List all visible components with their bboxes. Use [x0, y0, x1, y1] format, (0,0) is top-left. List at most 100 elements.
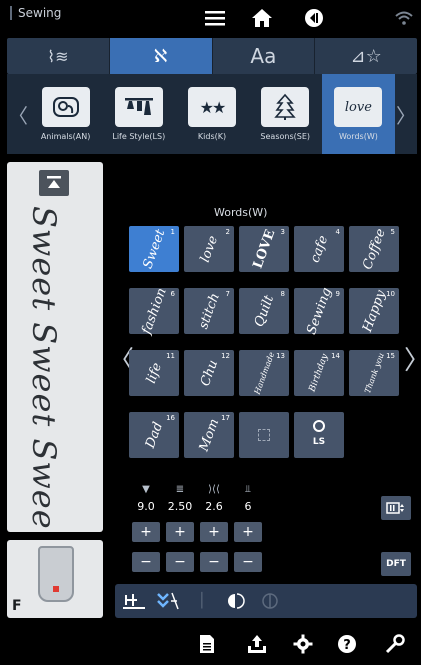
stitch-cell[interactable]: 12 Chu [184, 350, 234, 396]
density-icon: ⫫ [245, 484, 251, 495]
cell-word: Sweet [139, 227, 169, 271]
stitch-cell[interactable]: 1 Sweet [129, 226, 179, 272]
maintenance-button[interactable] [382, 632, 408, 656]
dft-button[interactable]: DFT [381, 552, 411, 576]
sub-category-label: Seasons(SE) [260, 132, 310, 141]
category-tabs: ⌇≋ ℵ Aa ⊿☆ [7, 38, 417, 74]
top-arrow-icon [47, 176, 61, 188]
cell-word: Handmade [252, 350, 276, 396]
cell-word: Quilt [251, 293, 277, 329]
presser-foot-indicator: F [7, 540, 103, 618]
needle-position-icon [123, 594, 145, 609]
tree-icon [261, 87, 310, 127]
stitch-cell[interactable]: 4 cafe [294, 226, 344, 272]
cell-word: stitch [195, 291, 223, 331]
stitch-cell[interactable]: 7 stitch [184, 288, 234, 334]
memory-icon [200, 635, 214, 653]
width-value: 9.0 [137, 500, 155, 513]
settings-icon [293, 634, 313, 654]
wrench-icon [385, 634, 405, 654]
cell-word: fashion [138, 285, 170, 337]
utility-stitch-tab[interactable]: ⌇≋ [7, 38, 110, 74]
color-icon [262, 593, 278, 609]
cell-word: Sewing [303, 285, 335, 337]
sub-category-animals[interactable]: Animals(AN) [29, 74, 102, 154]
stitch-cell[interactable]: 11 life [129, 350, 179, 396]
alphabet-tab[interactable]: Aa [213, 38, 316, 74]
reinforcement-button[interactable] [153, 587, 183, 615]
stitch-cell[interactable]: 10 Happy [349, 288, 399, 334]
help-icon: ? [338, 635, 356, 653]
sub-category-words[interactable]: love Words(W) [321, 74, 396, 154]
cell-word: Chu [197, 357, 221, 389]
decorative-stitch-tab[interactable]: ℵ [109, 38, 213, 74]
length-value: 2.50 [167, 500, 193, 513]
home-icon[interactable] [250, 7, 274, 29]
empty-stitch-cell[interactable] [239, 412, 289, 458]
pattern-preview[interactable]: Sweet Sweet Sweet Sweet Su [7, 162, 103, 532]
density-setting: ⫫ 6 [230, 484, 266, 513]
sub-category-label: Words(W) [338, 132, 378, 141]
width-minus-button[interactable]: − [132, 552, 160, 572]
sub-category-kids[interactable]: ★★ Kids(K) [175, 74, 248, 154]
my-design-icon: ⊿☆ [350, 45, 382, 67]
stitch-cell[interactable]: 5 Coffee [349, 226, 399, 272]
return-to-top-button[interactable] [39, 170, 69, 196]
cell-word: life [143, 360, 165, 386]
size-adjust-button[interactable] [381, 496, 411, 520]
width-plus-button[interactable]: + [132, 522, 160, 542]
stitch-cell[interactable]: 2 love [184, 226, 234, 272]
transfer-icon [248, 635, 266, 653]
color-button[interactable] [255, 587, 285, 615]
length-plus-button[interactable]: + [166, 522, 194, 542]
transfer-button[interactable] [244, 632, 270, 656]
menu-icon[interactable] [203, 7, 227, 29]
density-value: 6 [244, 500, 252, 513]
cell-word: love [197, 233, 221, 265]
stitch-cell[interactable]: 15 Thank you [349, 350, 399, 396]
stitch-cell[interactable]: 8 Quilt [239, 288, 289, 334]
settings-button[interactable] [290, 632, 316, 656]
stitch-cell[interactable]: 6 fashion [129, 286, 179, 336]
mode-label: Sewing [10, 6, 61, 20]
cell-word: Mom [196, 416, 222, 454]
svg-text:?: ? [343, 638, 351, 653]
sub-prev-arrow[interactable]: 〈 [7, 74, 29, 154]
utility-stitch-icon: ⌇≋ [47, 46, 69, 66]
stitch-cell[interactable]: 17 Mom [184, 412, 234, 458]
ls-stitch-button[interactable]: LS [294, 412, 344, 458]
decorative-stitch-icon: ℵ [153, 45, 168, 67]
cell-word: cafe [307, 233, 331, 265]
love-word-icon: love [334, 87, 383, 127]
cell-word: LOVE [250, 227, 278, 271]
stitch-cell[interactable]: 16 Dad [129, 412, 179, 458]
reinforcement-icon [157, 592, 179, 610]
clothes-rack-icon [114, 87, 163, 127]
density-plus-button[interactable]: + [234, 522, 262, 542]
stitch-cell[interactable]: 9 Sewing [294, 286, 344, 336]
tension-plus-button[interactable]: + [200, 522, 228, 542]
mirror-button[interactable] [221, 587, 251, 615]
tension-minus-button[interactable]: − [200, 552, 228, 572]
density-minus-button[interactable]: − [234, 552, 262, 572]
ls-circle-icon [313, 420, 325, 432]
sub-category-seasons[interactable]: Seasons(SE) [249, 74, 322, 154]
length-minus-button[interactable]: − [166, 552, 194, 572]
alphabet-icon: Aa [250, 44, 277, 68]
bottom-navigation: ? [0, 622, 421, 665]
edit-toolbar: │ [115, 584, 417, 618]
empty-slot-icon [258, 429, 270, 441]
my-design-tab[interactable]: ⊿☆ [315, 38, 417, 74]
stitch-cell[interactable]: 3 LOVE [239, 226, 289, 272]
stitch-cell[interactable]: 13 Handmade [239, 350, 289, 396]
stitch-cell[interactable]: 14 Birthday [294, 350, 344, 396]
help-button[interactable]: ? [334, 632, 360, 656]
sub-category-bar: 〈 Animals(AN) Life Style(LS) ★★ Kids(K) … [7, 74, 417, 154]
memory-button[interactable] [194, 632, 220, 656]
sub-next-arrow[interactable]: 〉 [395, 74, 417, 154]
mirror-icon [228, 593, 245, 609]
stitch-width-icon: ▼ [142, 484, 150, 495]
back-icon[interactable] [302, 7, 326, 29]
sub-category-lifestyle[interactable]: Life Style(LS) [102, 74, 175, 154]
needle-position-button[interactable] [119, 587, 149, 615]
